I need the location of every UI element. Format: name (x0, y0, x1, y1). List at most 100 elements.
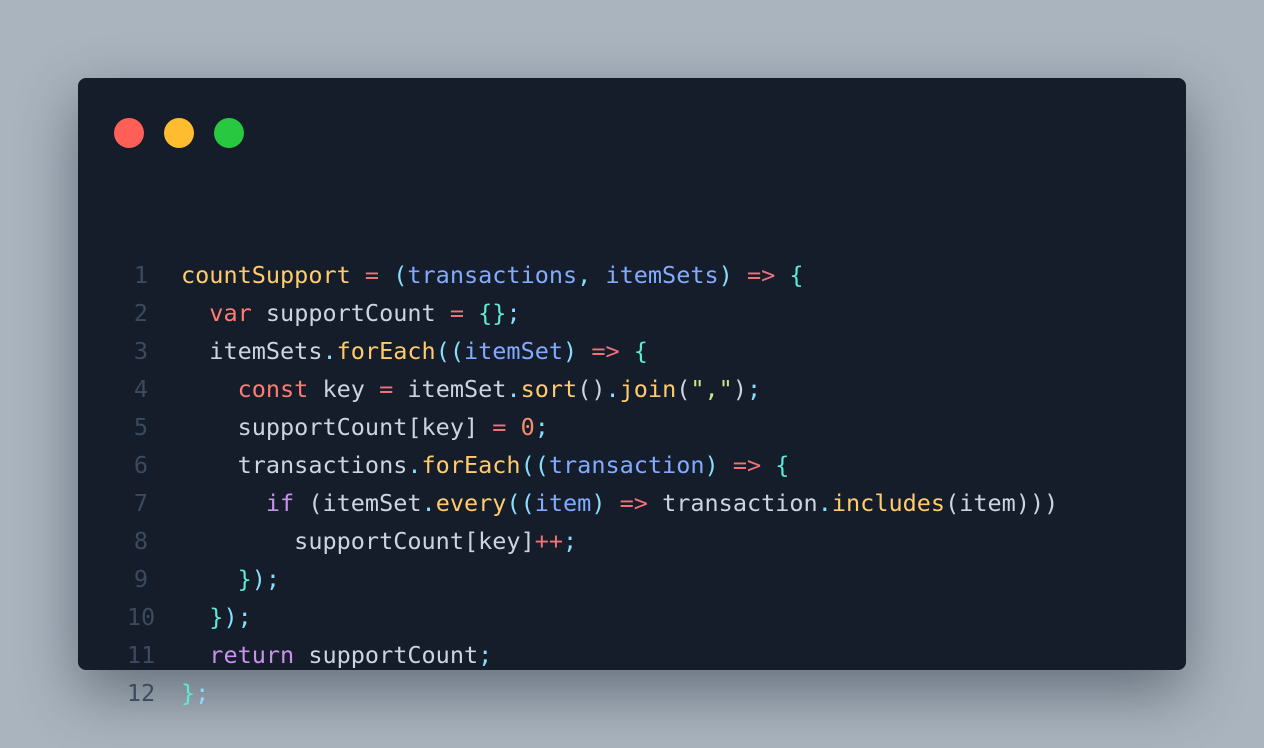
code-token: . (605, 375, 620, 403)
code-token: ( (294, 489, 323, 517)
code-token: ))) (1015, 489, 1059, 517)
code-line: 11 return supportCount; (78, 636, 1186, 674)
code-token: ; (563, 527, 578, 555)
line-number: 7 (133, 489, 149, 517)
line-number: 11 (126, 641, 156, 669)
code-token: => (577, 337, 634, 365)
code-line: 2 var supportCount = {}; (78, 294, 1186, 332)
code-text: const key = itemSet.sort().join(","); (181, 370, 762, 408)
code-token: {} (478, 299, 507, 327)
code-text: countSupport = (transactions, itemSets) … (181, 256, 804, 294)
code-token: } (209, 603, 224, 631)
code-block: 1 countSupport = (transactions, itemSets)… (78, 256, 1186, 712)
code-token: itemSet (393, 375, 507, 403)
code-token: . (322, 337, 337, 365)
code-token: , (577, 261, 606, 289)
code-token: ; (506, 299, 521, 327)
code-token: = (449, 299, 464, 327)
code-text: }); (181, 560, 280, 598)
code-token: ; (478, 641, 493, 669)
code-token: { (775, 451, 790, 479)
code-token: { (633, 337, 648, 365)
line-number: 2 (133, 299, 149, 327)
code-text: }; (181, 674, 209, 712)
code-token: (( (520, 451, 549, 479)
code-token: ; (747, 375, 762, 403)
code-token: ; (237, 603, 252, 631)
code-token: ) (251, 565, 266, 593)
code-token: => (605, 489, 663, 517)
close-dot-icon[interactable] (114, 118, 144, 148)
code-line: 7 if (itemSet.every((item) => transactio… (78, 484, 1186, 522)
code-token: itemSets (605, 261, 719, 289)
code-text: supportCount[key] = 0; (181, 408, 549, 446)
line-number: 9 (133, 565, 149, 593)
code-token: ) (704, 451, 719, 479)
code-token: supportCount (251, 299, 450, 327)
code-token: } (237, 565, 252, 593)
code-token: join (619, 375, 677, 403)
code-token: = (379, 375, 394, 403)
line-number: 10 (126, 603, 156, 631)
code-token: sort (520, 375, 578, 403)
maximize-dot-icon[interactable] (214, 118, 244, 148)
code-text: itemSets.forEach((itemSet) => { (181, 332, 648, 370)
code-token: () (577, 375, 606, 403)
code-token: ; (534, 413, 549, 441)
code-token: = (350, 261, 394, 289)
line-number: 1 (133, 261, 149, 289)
code-token: transactions (407, 261, 578, 289)
code-token: . (407, 451, 422, 479)
line-number: 5 (133, 413, 149, 441)
code-text: }); (181, 598, 252, 636)
code-token: ) (718, 261, 733, 289)
code-token: every (435, 489, 507, 517)
code-text: if (itemSet.every((item) => transaction.… (181, 484, 1058, 522)
code-line: 3 itemSets.forEach((itemSet) => { (78, 332, 1186, 370)
code-token: ] (520, 527, 535, 555)
code-token: return (209, 641, 295, 669)
code-token: ++ (534, 527, 564, 555)
code-token: ) (223, 603, 238, 631)
code-token: ) (732, 375, 747, 403)
code-token: key (308, 375, 380, 403)
code-token: if (265, 489, 295, 517)
code-token: ( (945, 489, 960, 517)
code-line: 10 }); (78, 598, 1186, 636)
code-token: "," (690, 375, 733, 403)
code-token: itemSet (322, 489, 422, 517)
code-token: countSupport (181, 261, 351, 289)
line-number: 8 (133, 527, 149, 555)
code-token: => (718, 451, 776, 479)
code-text: supportCount[key]++; (181, 522, 577, 560)
code-token: ] (463, 413, 479, 441)
code-line: 8 supportCount[key]++; (78, 522, 1186, 560)
code-token: { (789, 261, 804, 289)
code-token: forEach (336, 337, 436, 365)
code-token: item (959, 489, 1016, 517)
code-token: key (421, 413, 464, 441)
code-text: transactions.forEach((transaction) => { (181, 446, 790, 484)
minimize-dot-icon[interactable] (164, 118, 194, 148)
code-token: supportCount (294, 641, 479, 669)
code-token: itemSets (181, 337, 323, 365)
code-token: ; (265, 565, 281, 593)
code-token: (( (435, 337, 464, 365)
code-token: key (478, 527, 521, 555)
code-token: transaction (548, 451, 705, 479)
code-text: var supportCount = {}; (181, 294, 521, 332)
code-text: return supportCount; (181, 636, 492, 674)
code-token: const (237, 375, 309, 403)
code-line: 1 countSupport = (transactions, itemSets)… (78, 256, 1186, 294)
code-token: supportCount (181, 413, 408, 441)
code-token: itemSet (463, 337, 564, 365)
code-token: . (817, 489, 832, 517)
code-token: (( (506, 489, 535, 517)
code-token: ) (563, 337, 578, 365)
code-token: = (478, 413, 521, 441)
